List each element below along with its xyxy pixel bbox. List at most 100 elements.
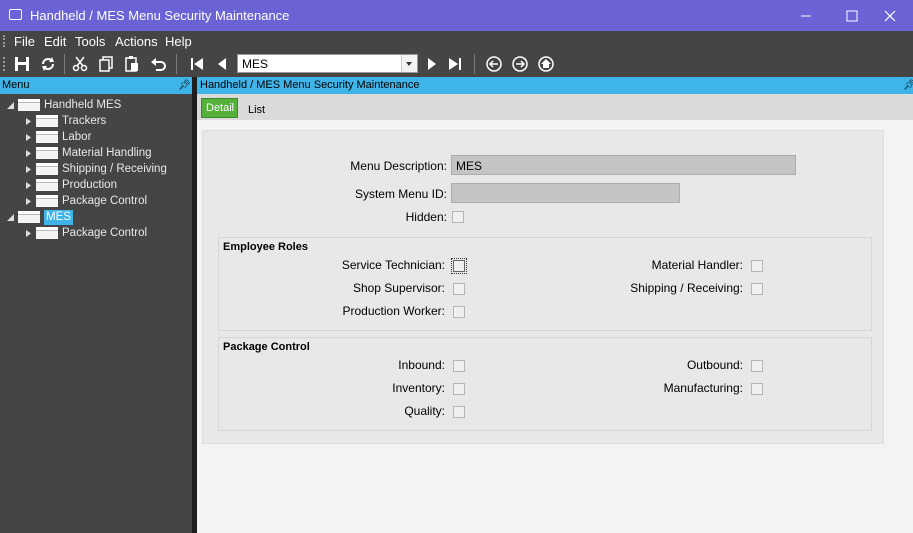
cut-button[interactable] xyxy=(71,55,89,73)
tree-item[interactable]: Production xyxy=(24,178,192,194)
last-record-button[interactable] xyxy=(446,55,464,73)
chevron-down-icon[interactable] xyxy=(401,55,417,72)
toolbar xyxy=(0,51,913,77)
previous-record-icon xyxy=(218,58,226,70)
toolbar-grip xyxy=(3,57,7,71)
save-button[interactable] xyxy=(13,55,31,73)
tree-item[interactable]: Trackers xyxy=(24,114,192,130)
copy-icon xyxy=(99,56,113,72)
menu-description-field[interactable]: MES xyxy=(451,155,796,175)
back-icon xyxy=(486,56,502,72)
tree-item[interactable]: Handheld MES xyxy=(6,98,192,114)
inventory-checkbox[interactable] xyxy=(453,383,465,395)
collapsed-arrow-icon[interactable] xyxy=(24,165,33,174)
save-icon xyxy=(15,57,29,71)
system-menu-id-field[interactable] xyxy=(451,183,680,203)
pin-icon[interactable]: 📌︎ xyxy=(903,80,913,91)
next-record-icon xyxy=(428,58,436,70)
outbound-checkbox[interactable] xyxy=(751,360,763,372)
next-record-button[interactable] xyxy=(423,55,441,73)
menu-tools[interactable]: Tools xyxy=(75,34,105,49)
collapsed-arrow-icon[interactable] xyxy=(24,133,33,142)
menu-description-label: Menu Description: xyxy=(350,159,447,173)
folder-icon xyxy=(36,163,58,175)
tree-item-label: Shipping / Receiving xyxy=(62,163,167,175)
first-record-icon xyxy=(191,58,203,70)
close-button[interactable] xyxy=(867,0,913,31)
title-bar: Handheld / MES Menu Security Maintenance xyxy=(0,0,913,31)
minimize-icon xyxy=(801,15,811,17)
first-record-button[interactable] xyxy=(188,55,206,73)
folder-icon xyxy=(36,195,58,207)
menu-help[interactable]: Help xyxy=(165,34,192,49)
forward-icon xyxy=(512,56,528,72)
content-header: Handheld / MES Menu Security Maintenance… xyxy=(197,77,913,94)
manufacturing-checkbox[interactable] xyxy=(751,383,763,395)
tab-list-label: List xyxy=(248,104,266,116)
menu-edit[interactable]: Edit xyxy=(44,34,66,49)
refresh-button[interactable] xyxy=(39,55,57,73)
undo-icon xyxy=(151,58,166,71)
window-title: Handheld / MES Menu Security Maintenance xyxy=(30,8,290,23)
collapsed-arrow-icon[interactable] xyxy=(24,117,33,126)
menu-file[interactable]: File xyxy=(14,34,35,49)
close-icon xyxy=(884,10,896,22)
service-technician-label: Service Technician: xyxy=(341,258,445,272)
quality-checkbox[interactable] xyxy=(453,406,465,418)
toolbar-separator xyxy=(64,54,65,74)
collapsed-arrow-icon[interactable] xyxy=(24,229,33,238)
record-selector[interactable]: MES xyxy=(237,54,418,73)
production-worker-label: Production Worker: xyxy=(342,304,446,318)
home-button[interactable] xyxy=(537,55,555,73)
hidden-checkbox[interactable] xyxy=(452,211,464,223)
sidebar-title: Menu xyxy=(2,79,30,91)
home-icon xyxy=(538,56,554,72)
back-button[interactable] xyxy=(485,55,503,73)
tree-item[interactable]: MES xyxy=(6,210,192,226)
tab-list[interactable]: List xyxy=(242,98,272,118)
paste-icon xyxy=(125,56,138,72)
quality-label: Quality: xyxy=(404,404,445,418)
expanded-arrow-icon[interactable] xyxy=(6,101,15,110)
tree-item-label: Labor xyxy=(62,131,92,143)
tab-detail[interactable]: Detail xyxy=(201,98,238,118)
last-record-icon xyxy=(449,58,461,70)
minimize-button[interactable] xyxy=(783,0,829,31)
tree-item[interactable]: Shipping / Receiving xyxy=(24,162,192,178)
tree-item[interactable]: Package Control xyxy=(24,226,192,242)
inbound-label: Inbound: xyxy=(398,358,445,372)
material-handler-label: Material Handler: xyxy=(651,258,743,272)
previous-record-button[interactable] xyxy=(213,55,231,73)
tab-strip: Detail List xyxy=(197,94,913,120)
maximize-icon xyxy=(846,10,858,22)
shop-supervisor-checkbox[interactable] xyxy=(453,283,465,295)
shop-supervisor-label: Shop Supervisor: xyxy=(352,281,445,295)
tree-item[interactable]: Labor xyxy=(24,130,192,146)
collapsed-arrow-icon[interactable] xyxy=(24,149,33,158)
undo-button[interactable] xyxy=(149,55,167,73)
refresh-icon xyxy=(42,57,54,71)
paste-button[interactable] xyxy=(123,55,141,73)
collapsed-arrow-icon[interactable] xyxy=(24,181,33,190)
inbound-checkbox[interactable] xyxy=(453,360,465,372)
expanded-arrow-icon[interactable] xyxy=(6,213,15,222)
service-technician-checkbox[interactable] xyxy=(451,258,467,274)
tree-item[interactable]: Package Control xyxy=(24,194,192,210)
app-icon xyxy=(9,9,22,20)
package-control-title: Package Control xyxy=(223,341,310,353)
tree-item-label: Package Control xyxy=(62,195,148,207)
menu-actions[interactable]: Actions xyxy=(115,34,158,49)
shipping-receiving-checkbox[interactable] xyxy=(751,283,763,295)
tree-item[interactable]: Material Handling xyxy=(24,146,192,162)
production-worker-checkbox[interactable] xyxy=(453,306,465,318)
shipping-receiving-label: Shipping / Receiving: xyxy=(630,281,743,295)
sidebar-header: Menu 📌︎ xyxy=(0,77,192,94)
material-handler-checkbox[interactable] xyxy=(751,260,763,272)
forward-button[interactable] xyxy=(511,55,529,73)
content-title: Handheld / MES Menu Security Maintenance xyxy=(200,79,420,91)
tree-item-label: Material Handling xyxy=(62,147,152,159)
collapsed-arrow-icon[interactable] xyxy=(24,197,33,206)
pin-icon[interactable]: 📌︎ xyxy=(178,80,191,91)
copy-button[interactable] xyxy=(97,55,115,73)
tree-item-label: Production xyxy=(62,179,117,191)
